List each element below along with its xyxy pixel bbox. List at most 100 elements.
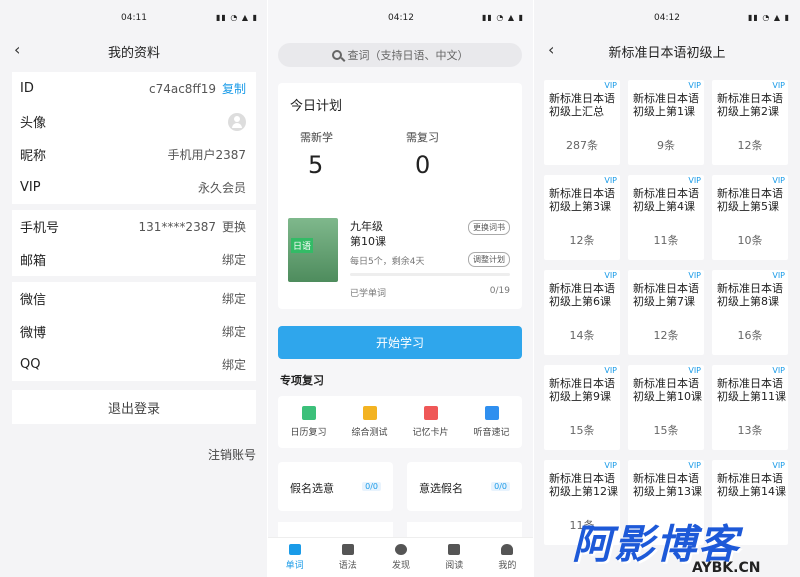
plan-title: 今日计划 <box>290 99 343 114</box>
tool-label: 综合测试 <box>351 428 388 438</box>
tab-reading[interactable]: 阅读 <box>428 538 481 577</box>
row-qq[interactable]: QQ 绑定 <box>12 348 256 381</box>
lesson-card[interactable]: VIP 新标准日本语初级上第8课 16条 <box>712 270 788 355</box>
page-title: 新标准日本语初级上 <box>608 46 726 61</box>
lesson-count: 12条 <box>737 139 763 152</box>
lesson-card[interactable]: VIP 新标准日本语初级上第10课 15条 <box>628 365 704 450</box>
tab-label: 发现 <box>392 561 411 571</box>
words-home-screen: 04:12 ▮▮ ◔ ▲ ▮ 查词（支持日语、中文） 今日计划 需新学 5 需复… <box>268 0 534 577</box>
row-email[interactable]: 邮箱 绑定 <box>12 243 256 276</box>
vip-badge: VIP <box>688 81 701 90</box>
tab-label: 单词 <box>285 561 304 571</box>
row-label: ID <box>20 81 34 96</box>
bind-weibo-button[interactable]: 绑定 <box>222 323 246 340</box>
row-label: 手机号 <box>20 221 60 236</box>
tab-discover[interactable]: 发现 <box>374 538 427 577</box>
tool-audio-recall[interactable]: 听音速记 <box>461 396 522 448</box>
lesson-count: 9条 <box>657 139 675 152</box>
person-icon <box>501 544 514 555</box>
profile-card-social: 微信 绑定 微博 绑定 QQ 绑定 <box>12 282 256 381</box>
lesson-name: 新标准日本语初级上第4课 <box>633 187 699 213</box>
lesson-name: 新标准日本语初级上第6课 <box>549 282 615 308</box>
lesson-card[interactable]: VIP 新标准日本语初级上汇总 287条 <box>544 80 620 165</box>
tab-grammar[interactable]: 语法 <box>321 538 374 577</box>
lesson-name: 新标准日本语初级上第11课 <box>717 377 786 403</box>
start-learning-button[interactable]: 开始学习 <box>278 326 522 359</box>
search-input[interactable]: 查词（支持日语、中文） <box>278 43 522 67</box>
review-label: 需复习 <box>406 131 439 144</box>
tool-label: 日历复习 <box>290 428 327 438</box>
lesson-name: 新标准日本语初级上第3课 <box>549 187 615 213</box>
lesson-name: 新标准日本语初级上第9课 <box>549 377 615 403</box>
vip-badge: VIP <box>772 81 785 90</box>
row-label: 邮箱 <box>20 254 47 269</box>
compass-icon <box>395 544 407 555</box>
mini-title: 意选假名 <box>419 482 463 495</box>
review-tools: 日历复习 综合测试 记忆卡片 听音速记 <box>278 396 522 448</box>
lesson-count: 13条 <box>737 424 763 437</box>
page-title: 我的资料 <box>107 46 160 61</box>
lesson-card[interactable]: VIP 新标准日本语初级上第9课 15条 <box>544 365 620 450</box>
tool-comprehensive-test[interactable]: 综合测试 <box>339 396 400 448</box>
row-value: c74ac8ff19 <box>148 81 216 96</box>
lesson-card[interactable]: VIP 新标准日本语初级上第7课 12条 <box>628 270 704 355</box>
lesson-card[interactable]: VIP 新标准日本语初级上第6课 14条 <box>544 270 620 355</box>
lesson-card[interactable]: VIP 新标准日本语初级上第1课 9条 <box>628 80 704 165</box>
book-icon <box>288 544 301 555</box>
logout-button[interactable]: 退出登录 <box>12 390 256 424</box>
grad-cap-icon <box>341 544 354 555</box>
lesson-card[interactable]: VIP 新标准日本语初级上第4课 11条 <box>628 175 704 260</box>
lesson-card[interactable]: VIP 新标准日本语初级上第2课 12条 <box>712 80 788 165</box>
row-phone: 手机号 131****2387 更换 <box>12 210 256 243</box>
change-book-button[interactable]: 更换词书 <box>468 220 510 235</box>
vip-badge: VIP <box>688 176 701 185</box>
profile-card-contact: 手机号 131****2387 更换 邮箱 绑定 <box>12 210 256 276</box>
lesson-count: 12条 <box>569 234 595 247</box>
row-weibo[interactable]: 微博 绑定 <box>12 315 256 348</box>
tab-label: 阅读 <box>445 561 464 571</box>
mini-badge: 0/0 <box>362 482 381 491</box>
bind-qq-button[interactable]: 绑定 <box>222 356 246 373</box>
copy-button[interactable]: 复制 <box>222 80 246 97</box>
nav-bar: ‹ 我的资料 <box>0 38 268 64</box>
row-label: 头像 <box>20 116 47 131</box>
lesson-count: 11条 <box>653 234 679 247</box>
vip-badge: VIP <box>604 81 617 90</box>
vip-badge: VIP <box>772 366 785 375</box>
lesson-name: 新标准日本语初级上第7课 <box>633 282 699 308</box>
tool-label: 记忆卡片 <box>412 428 449 438</box>
lesson-name: 新标准日本语初级上第8课 <box>717 282 783 308</box>
tab-me[interactable]: 我的 <box>481 538 534 577</box>
delete-account-link[interactable]: 注销账号 <box>0 446 268 463</box>
lesson-card[interactable]: VIP 新标准日本语初级上第3课 12条 <box>544 175 620 260</box>
tab-words[interactable]: 单词 <box>268 538 321 577</box>
row-nickname[interactable]: 昵称 手机用户2387 <box>12 138 256 171</box>
watermark-domain: AYBK.CN <box>692 560 761 576</box>
lesson-card[interactable]: VIP 新标准日本语初级上第5课 10条 <box>712 175 788 260</box>
lesson-count: 16条 <box>737 329 763 342</box>
book-badge: 日语 <box>291 238 314 253</box>
book-cover[interactable]: 日语 <box>288 218 338 282</box>
row-value: 手机用户2387 <box>167 148 246 162</box>
lesson-card[interactable]: VIP 新标准日本语初级上第11课 13条 <box>712 365 788 450</box>
lesson-name: 新标准日本语初级上汇总 <box>549 92 615 118</box>
row-avatar[interactable]: 头像 <box>12 105 256 138</box>
row-vip: VIP 永久会员 <box>12 171 256 204</box>
bind-wechat-button[interactable]: 绑定 <box>222 290 246 307</box>
learned-count: 0/19 <box>489 286 510 296</box>
avatar-icon[interactable] <box>228 112 246 131</box>
adjust-plan-button[interactable]: 调整计划 <box>468 252 510 267</box>
search-icon <box>331 50 342 60</box>
tool-calendar-review[interactable]: 日历复习 <box>278 396 339 448</box>
row-wechat[interactable]: 微信 绑定 <box>12 282 256 315</box>
lesson-count: 15条 <box>653 424 679 437</box>
kana-to-meaning-card[interactable]: 假名选意 0/0 <box>278 462 393 511</box>
vip-badge: VIP <box>604 366 617 375</box>
change-phone-button[interactable]: 更换 <box>222 218 246 235</box>
meaning-to-kana-card[interactable]: 意选假名 0/0 <box>407 462 522 511</box>
tab-label: 我的 <box>498 561 517 571</box>
learn-progress-bar <box>350 273 510 276</box>
bind-email-button[interactable]: 绑定 <box>222 251 246 268</box>
mini-badge: 0/0 <box>491 482 510 491</box>
tool-memory-cards[interactable]: 记忆卡片 <box>400 396 461 448</box>
